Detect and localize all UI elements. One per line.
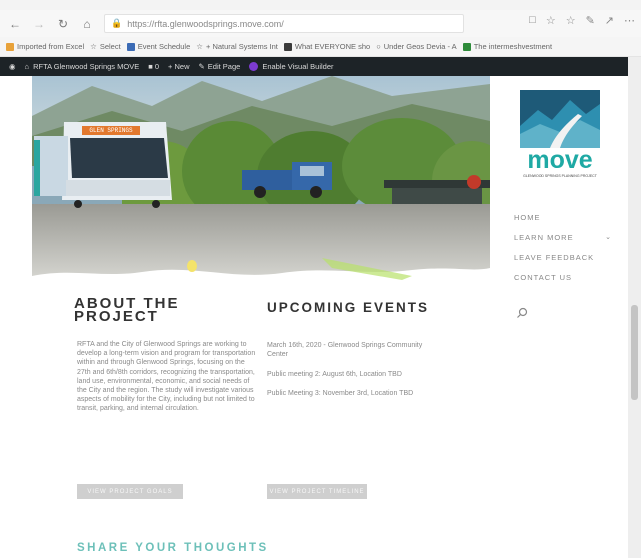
main-menu: HOME LEARN MORE ⌄ LEAVE FEEDBACK CONTACT …: [514, 208, 624, 288]
event-item: March 16th, 2020 - Glenwood Springs Comm…: [267, 342, 423, 358]
pickup-truck: [242, 162, 332, 198]
bookmark-item[interactable]: ○ Under Geos Devia - A: [376, 42, 456, 51]
about-heading: ABOUT THE PROJECT: [74, 295, 180, 325]
divi-icon: [249, 62, 259, 71]
bookmark-item[interactable]: The intermeshvestment: [462, 42, 552, 51]
bus: GLEN SPRINGS: [34, 120, 172, 208]
move-logo[interactable]: move GLENWOOD SPRINGS PLANNING PROJECT: [520, 90, 600, 186]
bookmarks-bar: Imported from Excel ☆ Select Event Schedu…: [0, 37, 641, 57]
globe-icon: ○: [376, 42, 381, 51]
favorite-star-icon[interactable]: ☆: [546, 14, 556, 27]
wp-admin-bar: ◉ ⌂ RFTA Glenwood Springs MOVE ■ 0 + New …: [0, 57, 628, 76]
page-icon: [283, 42, 292, 51]
view-project-timeline-button[interactable]: VIEW PROJECT TIMELINE: [267, 484, 367, 499]
more-icon[interactable]: ⋯: [624, 14, 635, 27]
view-project-goals-button[interactable]: VIEW PROJECT GOALS: [77, 484, 183, 499]
logo-wordmark: move: [527, 146, 593, 174]
chevron-down-icon[interactable]: ⌄: [605, 228, 612, 248]
home-icon: ⌂: [24, 62, 30, 71]
back-icon[interactable]: ←: [6, 15, 24, 33]
wordpress-icon[interactable]: ◉: [9, 62, 16, 71]
admin-site-link[interactable]: ⌂ RFTA Glenwood Springs MOVE: [25, 62, 140, 71]
sidebar: move GLENWOOD SPRINGS PLANNING PROJECT H…: [490, 76, 628, 558]
share-icon[interactable]: ↗: [605, 14, 614, 27]
bookmark-item[interactable]: ☆ + Natural Systems Int: [196, 42, 278, 51]
notes-icon[interactable]: ✎: [586, 14, 595, 27]
share-heading: SHARE YOUR THOUGHTS: [77, 542, 269, 554]
menu-item-home[interactable]: HOME: [514, 208, 624, 228]
bookmark-item[interactable]: What EVERYONE sho: [283, 42, 370, 51]
event-item: Public meeting 2: August 6th, Location T…: [267, 371, 402, 378]
events-heading: UPCOMING EVENTS: [267, 300, 430, 315]
lock-icon: 🔒: [111, 18, 123, 28]
star-icon: ☆: [196, 42, 203, 51]
bookmark-item[interactable]: ☆ Select: [90, 42, 121, 51]
logo-tagline: GLENWOOD SPRINGS PLANNING PROJECT: [523, 174, 597, 178]
reading-view-icon[interactable]: □: [529, 14, 536, 27]
window-top-strip: [0, 0, 641, 10]
home-icon[interactable]: ⌂: [78, 15, 96, 33]
logo-graphic: [520, 90, 600, 148]
comments-icon[interactable]: ■ 0: [148, 62, 159, 71]
menu-item-leave-feedback[interactable]: LEAVE FEEDBACK: [514, 248, 624, 268]
forward-icon[interactable]: →: [30, 15, 48, 33]
torn-edge: [32, 258, 490, 284]
star-icon: ☆: [90, 42, 97, 51]
bookmark-item[interactable]: Imported from Excel: [6, 42, 84, 51]
bus-destination-sign: GLEN SPRINGS: [82, 126, 140, 135]
folder-icon: [6, 42, 14, 51]
event-item: Public Meeting 3: November 3rd, Location…: [267, 390, 414, 397]
favorites-icon[interactable]: ☆: [566, 14, 576, 27]
calendar-icon: [126, 42, 135, 51]
url-text: https://rfta.glenwoodsprings.move.com/: [127, 18, 284, 29]
search-icon[interactable]: [516, 307, 528, 319]
edit-page-button[interactable]: ✎ Edit Page: [199, 62, 241, 71]
url-field[interactable]: 🔒 https://rfta.glenwoodsprings.move.com/: [104, 14, 464, 33]
scrollbar-thumb[interactable]: [631, 305, 638, 400]
about-text: RFTA and the City of Glenwood Springs ar…: [77, 341, 256, 413]
pencil-icon: ✎: [198, 62, 205, 71]
refresh-icon[interactable]: ↻: [54, 15, 72, 33]
bookmark-item[interactable]: Event Schedule: [126, 42, 190, 51]
site-icon: [462, 42, 471, 51]
visual-builder-button[interactable]: Enable Visual Builder: [249, 62, 334, 71]
new-button[interactable]: + New: [168, 62, 189, 71]
hero-image: GLEN SPRINGS: [32, 76, 490, 284]
menu-item-contact-us[interactable]: CONTACT US: [514, 268, 624, 288]
menu-item-learn-more[interactable]: LEARN MORE ⌄: [514, 228, 624, 248]
page-scrollbar[interactable]: [628, 57, 641, 558]
browser-actions: □ ☆ ☆ ✎ ↗ ⋯: [529, 14, 635, 27]
address-bar-row: ← → ↻ ⌂ 🔒 https://rfta.glenwoodsprings.m…: [0, 10, 641, 37]
